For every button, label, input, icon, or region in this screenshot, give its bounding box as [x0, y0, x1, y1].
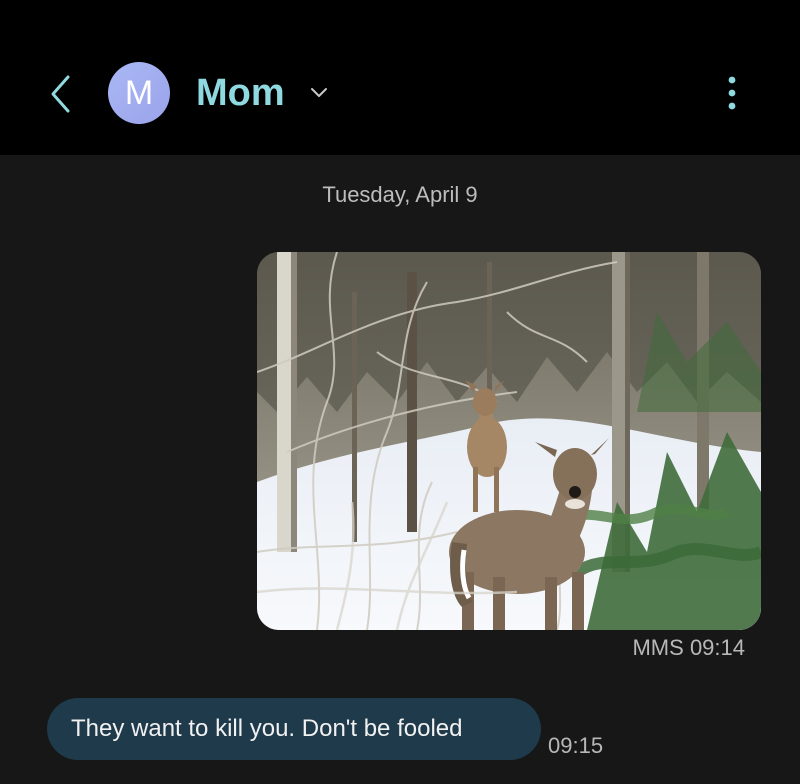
conversation-header: M Mom: [0, 0, 800, 155]
back-button[interactable]: [40, 70, 80, 118]
more-vertical-icon: [728, 76, 736, 110]
message-type-label: MMS: [632, 635, 684, 660]
received-message-bubble[interactable]: They want to kill you. Don't be fooled: [47, 698, 541, 760]
mms-image-attachment[interactable]: [257, 252, 761, 630]
avatar-initial: M: [124, 73, 154, 112]
mms-meta: MMS 09:14: [600, 635, 745, 661]
chevron-left-icon: [51, 75, 70, 113]
deer-photo: [257, 252, 761, 630]
message-time: 09:15: [548, 733, 604, 758]
contact-dropdown-button[interactable]: [306, 82, 332, 104]
more-options-button[interactable]: [718, 74, 746, 112]
message-text: They want to kill you. Don't be fooled: [71, 715, 463, 742]
contact-name[interactable]: Mom: [196, 70, 285, 116]
date-separator: Tuesday, April 9: [322, 182, 478, 207]
message-time: 09:14: [689, 635, 745, 660]
contact-avatar[interactable]: M: [108, 62, 170, 124]
chevron-down-icon: [311, 88, 327, 97]
